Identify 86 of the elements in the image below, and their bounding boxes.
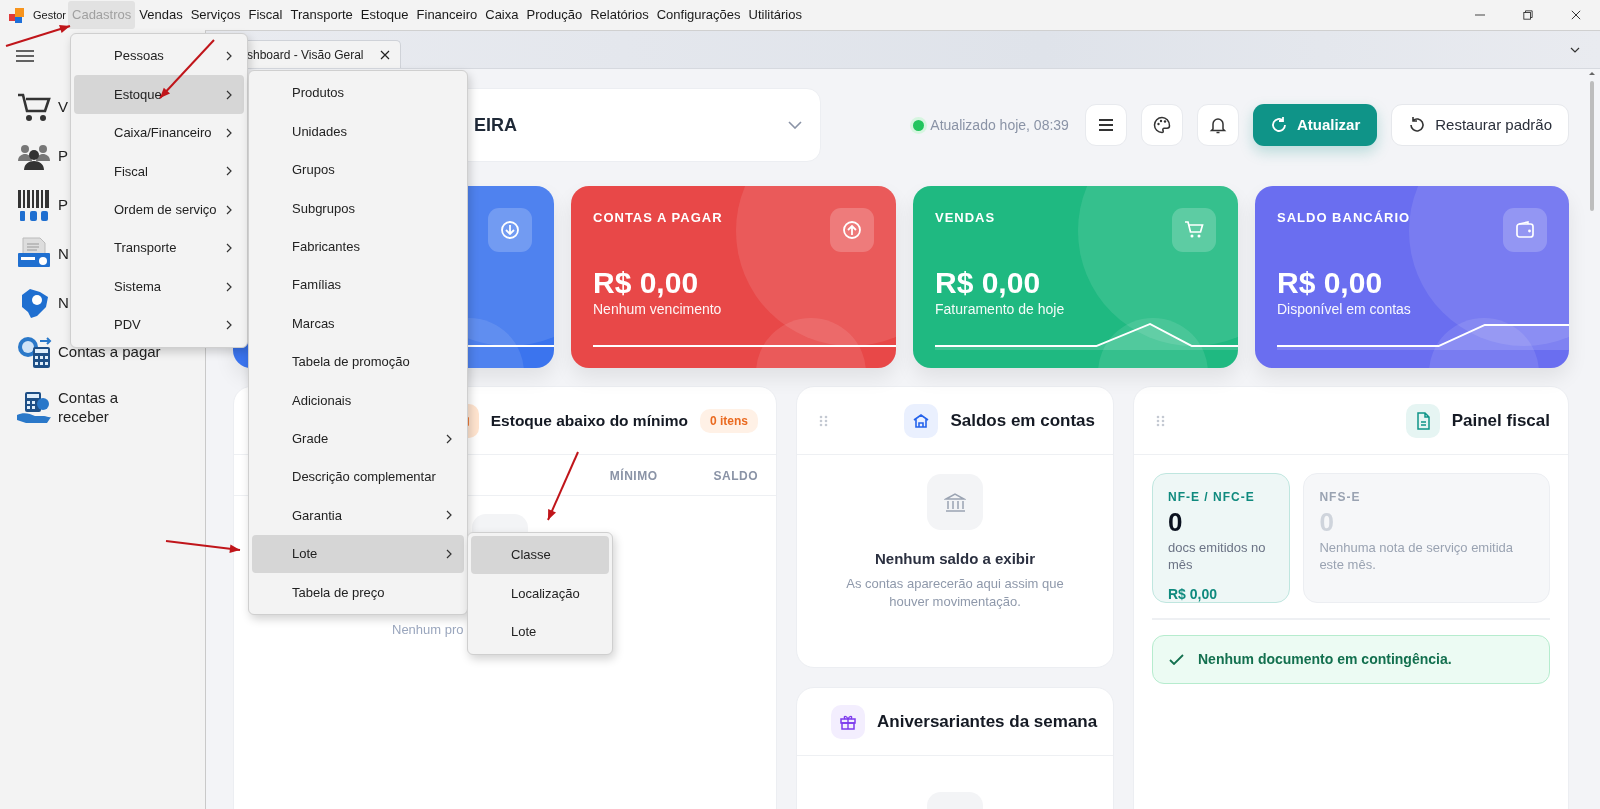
palette-icon: [1152, 116, 1171, 134]
sidebar-item[interactable]: Contas a receber: [58, 387, 138, 427]
bank-icon: [944, 491, 966, 513]
alert-text: Nenhum documento em contingência.: [1198, 650, 1452, 669]
column-header: SALDO: [713, 468, 758, 485]
menu-item[interactable]: Fabricantes: [252, 227, 464, 266]
bell-button[interactable]: [1196, 104, 1239, 146]
menu-item[interactable]: Marcas: [252, 304, 464, 343]
palette-button[interactable]: [1140, 104, 1183, 146]
menu-icon: [1096, 116, 1115, 134]
menu-item[interactable]: Configurações: [652, 1, 745, 29]
drag-handle-icon[interactable]: [1156, 414, 1165, 427]
drag-handle-icon[interactable]: [819, 414, 828, 427]
app-logo: [8, 6, 25, 24]
menu-item[interactable]: Tabela de promoção: [252, 342, 464, 382]
card-caption: Disponível em contas: [1277, 299, 1412, 319]
card-value: R$ 0,00: [935, 265, 1042, 299]
menu-item[interactable]: Descrição complementar: [252, 457, 464, 497]
panel-title: Estoque abaixo do mínimo: [490, 410, 688, 431]
card-caption: Faturamento de hoje: [935, 299, 1066, 319]
menu-item[interactable]: Sistema: [74, 267, 244, 306]
refresh-button[interactable]: Atualizar: [1252, 104, 1378, 146]
menu-item[interactable]: Unidades: [252, 112, 464, 151]
wallet-icon: [1515, 220, 1535, 240]
menu-item[interactable]: Famílias: [252, 265, 464, 305]
menu-item[interactable]: Utilitários: [744, 1, 806, 29]
status-text: Atualizado hoje, 08:39: [930, 115, 1069, 135]
close-icon[interactable]: [379, 49, 390, 60]
menu-item[interactable]: Fiscal: [244, 1, 287, 29]
menu-item[interactable]: Relatórios: [586, 1, 653, 29]
menu-item[interactable]: Produção: [522, 1, 587, 29]
house-icon: [912, 411, 931, 430]
reset-icon: [1408, 116, 1427, 134]
card-label: NF-E / NFC-E: [1168, 489, 1256, 506]
arrow-up-icon: [842, 220, 862, 240]
menu-item[interactable]: Estoque: [74, 75, 244, 114]
menu-icon[interactable]: [16, 50, 34, 62]
menu-item[interactable]: Lote: [471, 612, 609, 652]
empty-title: Nenhum saldo a exibir: [873, 549, 1036, 569]
arrow-down-icon: [500, 220, 520, 240]
menu-item[interactable]: Transporte: [74, 228, 244, 268]
card-title: CONTAS A PAGAR: [593, 209, 724, 227]
menu-item[interactable]: Grade: [252, 419, 464, 458]
empty-text: As contas aparecerão aqui assim que houver movimentação.: [845, 574, 1065, 612]
menu-item[interactable]: Estoque: [356, 1, 413, 29]
menu-item[interactable]: Vendas: [135, 1, 187, 29]
menu-item[interactable]: Localização: [471, 574, 609, 613]
card-value: R$ 0,00: [1277, 265, 1384, 299]
menu-button[interactable]: [1084, 104, 1127, 146]
menu-item[interactable]: Subgrupos: [252, 189, 464, 228]
menu-item[interactable]: Tabela de preço: [252, 573, 464, 612]
count-badge: 0 itens: [700, 408, 758, 433]
cart-icon: [1184, 220, 1204, 240]
chevron-down-icon[interactable]: [1570, 47, 1580, 53]
tab-label: shboard - Visão Geral: [247, 46, 364, 64]
bell-icon: [1208, 116, 1227, 134]
panel-title: Saldos em contas: [950, 409, 1095, 432]
card-amount: R$ 0,00: [1168, 584, 1219, 604]
card-caption: docs emitidos no mês: [1168, 539, 1267, 574]
check-icon: [1169, 654, 1184, 665]
menu-item[interactable]: Caixa: [481, 1, 523, 29]
card-caption: Nenhum vencimento: [593, 299, 723, 319]
column-header: MÍNIMO: [609, 467, 658, 485]
panel-title: Painel fiscal: [1451, 409, 1550, 432]
hand-icon[interactable]: [16, 389, 52, 425]
reset-button[interactable]: Restaurar padrão: [1391, 104, 1569, 146]
menu-item[interactable]: Financeiro: [412, 1, 482, 29]
card-count: 0: [1168, 506, 1184, 539]
company-name: EIRA: [474, 113, 517, 137]
empty-text: Nenhum pro: [392, 621, 464, 639]
menu-item[interactable]: Serviços: [186, 1, 245, 29]
menu-item[interactable]: Adicionais: [252, 381, 464, 420]
menu-item[interactable]: Transporte: [286, 1, 357, 29]
card-label: NFS-E: [1319, 489, 1362, 506]
menu-item[interactable]: Lote: [252, 534, 464, 574]
app-name: Gestor: [33, 7, 66, 23]
panel-title: Aniversariantes da semana: [877, 710, 1098, 733]
card-title: SALDO BANCÁRIO: [1277, 209, 1412, 227]
menu-item[interactable]: PDV: [74, 305, 244, 345]
menu-item[interactable]: Ordem de serviço: [74, 190, 244, 229]
card-value: R$ 0,00: [593, 265, 700, 299]
menu-item[interactable]: Classe: [471, 536, 609, 575]
card-caption: Nenhuma nota de serviço emitida este mês.: [1319, 539, 1515, 574]
refresh-icon: [1269, 116, 1288, 134]
menu-item[interactable]: Garantia: [252, 496, 464, 535]
card-title: VENDAS: [935, 209, 997, 227]
